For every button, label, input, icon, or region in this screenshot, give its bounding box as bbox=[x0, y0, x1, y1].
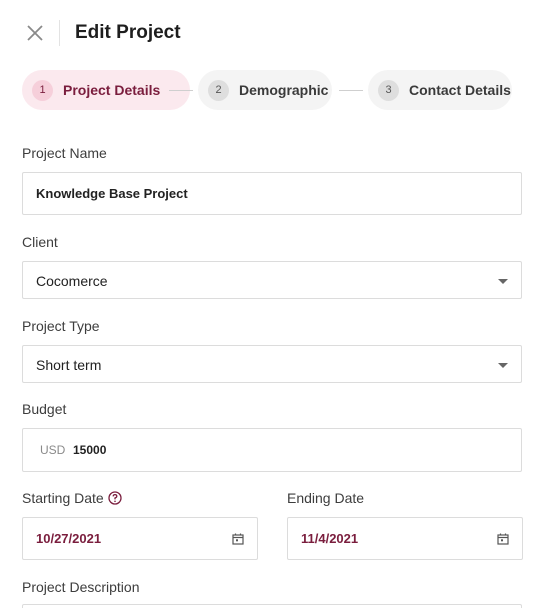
project-type-select[interactable]: Short term bbox=[22, 345, 522, 383]
starting-date-value: 10/27/2021 bbox=[36, 531, 102, 546]
calendar-icon[interactable] bbox=[232, 533, 244, 545]
close-icon bbox=[27, 25, 43, 41]
chevron-down-icon bbox=[498, 279, 508, 284]
step-number: 2 bbox=[208, 79, 229, 101]
project-type-value: Short term bbox=[36, 357, 102, 373]
step-contact-details[interactable]: 3 Contact Details bbox=[368, 70, 512, 110]
step-number: 3 bbox=[378, 79, 399, 101]
header-divider bbox=[59, 20, 60, 46]
dialog-title: Edit Project bbox=[75, 22, 181, 43]
dialog-header: Edit Project bbox=[0, 0, 544, 66]
step-connector bbox=[339, 90, 363, 91]
project-name-value: Knowledge Base Project bbox=[36, 186, 188, 201]
step-demographic[interactable]: 2 Demographic bbox=[198, 70, 332, 110]
step-label: Demographic bbox=[239, 82, 329, 98]
ending-date-label: Ending Date bbox=[287, 490, 365, 506]
starting-date-label: Starting Date bbox=[22, 490, 104, 506]
chevron-down-icon bbox=[498, 363, 508, 368]
close-button[interactable] bbox=[24, 22, 46, 44]
currency-prefix: USD bbox=[40, 443, 66, 457]
starting-date-input[interactable]: 10/27/2021 bbox=[22, 517, 258, 560]
help-icon[interactable] bbox=[108, 491, 122, 505]
budget-label: Budget bbox=[22, 401, 67, 417]
client-select[interactable]: Cocomerce bbox=[22, 261, 522, 299]
client-value: Cocomerce bbox=[36, 273, 108, 289]
calendar-icon[interactable] bbox=[497, 533, 509, 545]
stepper: 1 Project Details 2 Demographic 3 Contac… bbox=[22, 70, 522, 110]
step-label: Contact Details bbox=[409, 82, 511, 98]
project-type-label: Project Type bbox=[22, 318, 100, 334]
project-name-label: Project Name bbox=[22, 145, 107, 161]
client-label: Client bbox=[22, 234, 58, 250]
project-description-label: Project Description bbox=[22, 579, 140, 595]
budget-input[interactable]: USD 15000 bbox=[22, 428, 522, 472]
project-name-input[interactable]: Knowledge Base Project bbox=[22, 172, 522, 215]
ending-date-value: 11/4/2021 bbox=[301, 531, 359, 546]
step-connector bbox=[169, 90, 193, 91]
project-description-textarea[interactable] bbox=[22, 604, 522, 608]
step-label: Project Details bbox=[63, 82, 161, 98]
step-project-details[interactable]: 1 Project Details bbox=[22, 70, 190, 110]
ending-date-input[interactable]: 11/4/2021 bbox=[287, 517, 523, 560]
step-number: 1 bbox=[32, 79, 53, 101]
budget-value: 15000 bbox=[73, 443, 107, 457]
